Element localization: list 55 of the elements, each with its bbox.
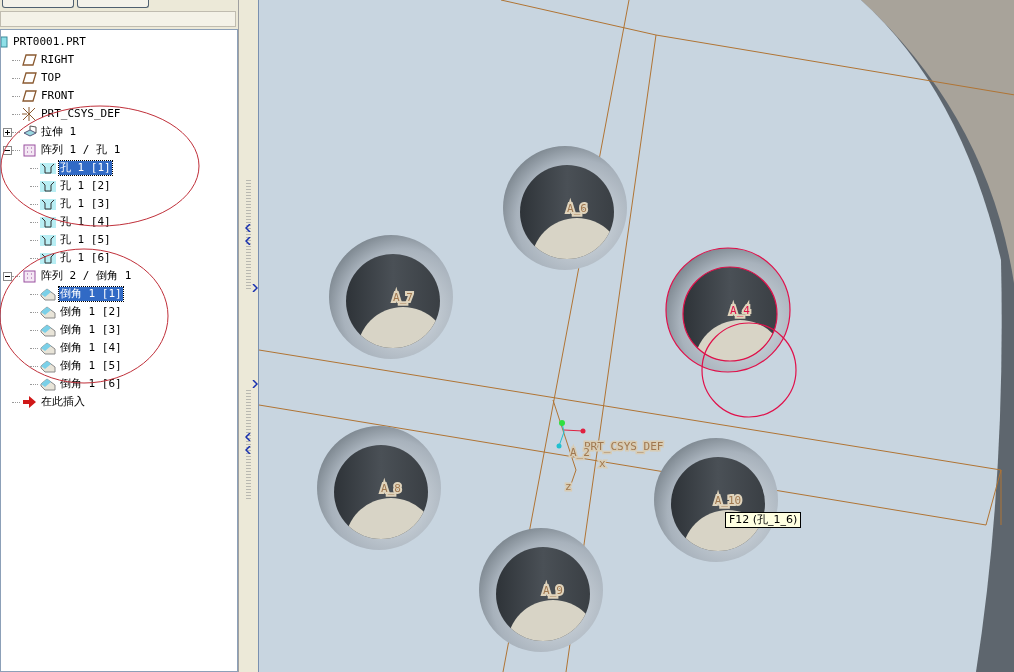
hole-icon: [40, 161, 56, 175]
tooltip: F12 (孔_1_6): [725, 512, 802, 528]
tree-item[interactable]: 倒角 1 [3]: [59, 323, 123, 337]
chamfer-icon: [40, 323, 56, 337]
chamfer-icon: [40, 287, 56, 301]
axis-label: A_6: [567, 202, 587, 215]
chamfer-icon: [40, 359, 56, 373]
chevron-icon[interactable]: [252, 380, 258, 388]
tree-item[interactable]: 孔 1 [5]: [59, 233, 112, 247]
hole-icon: [40, 233, 56, 247]
collapse-toggle[interactable]: [3, 145, 12, 155]
tree-item[interactable]: FRONT: [40, 89, 76, 103]
tree-item[interactable]: PRT0001.PRT: [12, 35, 87, 49]
chamfer-icon: [40, 341, 56, 355]
chamfer-icon: [40, 305, 56, 319]
axis-label: A_10: [714, 494, 742, 507]
hole-icon: [40, 197, 56, 211]
hole-icon: [40, 251, 56, 265]
menu-button[interactable]: [2, 0, 74, 8]
tree-item[interactable]: 倒角 1 [4]: [59, 341, 123, 355]
axis-label: A_8: [381, 482, 401, 495]
tree-item[interactable]: 在此插入: [40, 395, 86, 409]
plane-icon: [22, 53, 37, 67]
part-icon: [1, 35, 9, 49]
tree-item[interactable]: RIGHT: [40, 53, 76, 67]
pattern-icon: [22, 269, 37, 283]
chamfer-icon: [40, 377, 56, 391]
tree-item[interactable]: 倒角 1 [2]: [59, 305, 123, 319]
extrude-icon: [22, 125, 37, 139]
tree-item[interactable]: 孔 1 [2]: [59, 179, 112, 193]
tree-item[interactable]: 阵列 2 / 倒角 1: [40, 269, 133, 283]
expand-toggle[interactable]: [3, 127, 12, 137]
plane-icon: [22, 89, 37, 103]
collapse-toggle[interactable]: [3, 271, 12, 281]
axis-name-label: z: [565, 480, 572, 493]
tree-item[interactable]: TOP: [40, 71, 62, 85]
tree-item[interactable]: 倒角 1 [1]: [59, 287, 123, 301]
hole-icon: [40, 215, 56, 229]
coordinate-system-icon: [556, 420, 586, 449]
tree-item[interactable]: 拉伸 1: [40, 125, 78, 139]
axis-label: A_4: [730, 304, 750, 317]
tree-item[interactable]: 孔 1 [6]: [59, 251, 112, 265]
menu-button[interactable]: [77, 0, 149, 8]
tree-item[interactable]: 倒角 1 [5]: [59, 359, 123, 373]
chevron-icon[interactable]: [252, 284, 258, 292]
pattern-icon: [22, 143, 37, 157]
axis-label: A_9: [543, 584, 563, 597]
plane-icon: [22, 71, 37, 85]
hole-icon: [40, 179, 56, 193]
tree-item[interactable]: 孔 1 [3]: [59, 197, 112, 211]
tree-item[interactable]: 孔 1 [1]: [59, 161, 112, 175]
arrow-icon: [22, 395, 37, 409]
tree-item[interactable]: 阵列 1 / 孔 1: [40, 143, 122, 157]
csys-icon: [22, 107, 37, 121]
axis-label: A_7: [393, 291, 413, 304]
